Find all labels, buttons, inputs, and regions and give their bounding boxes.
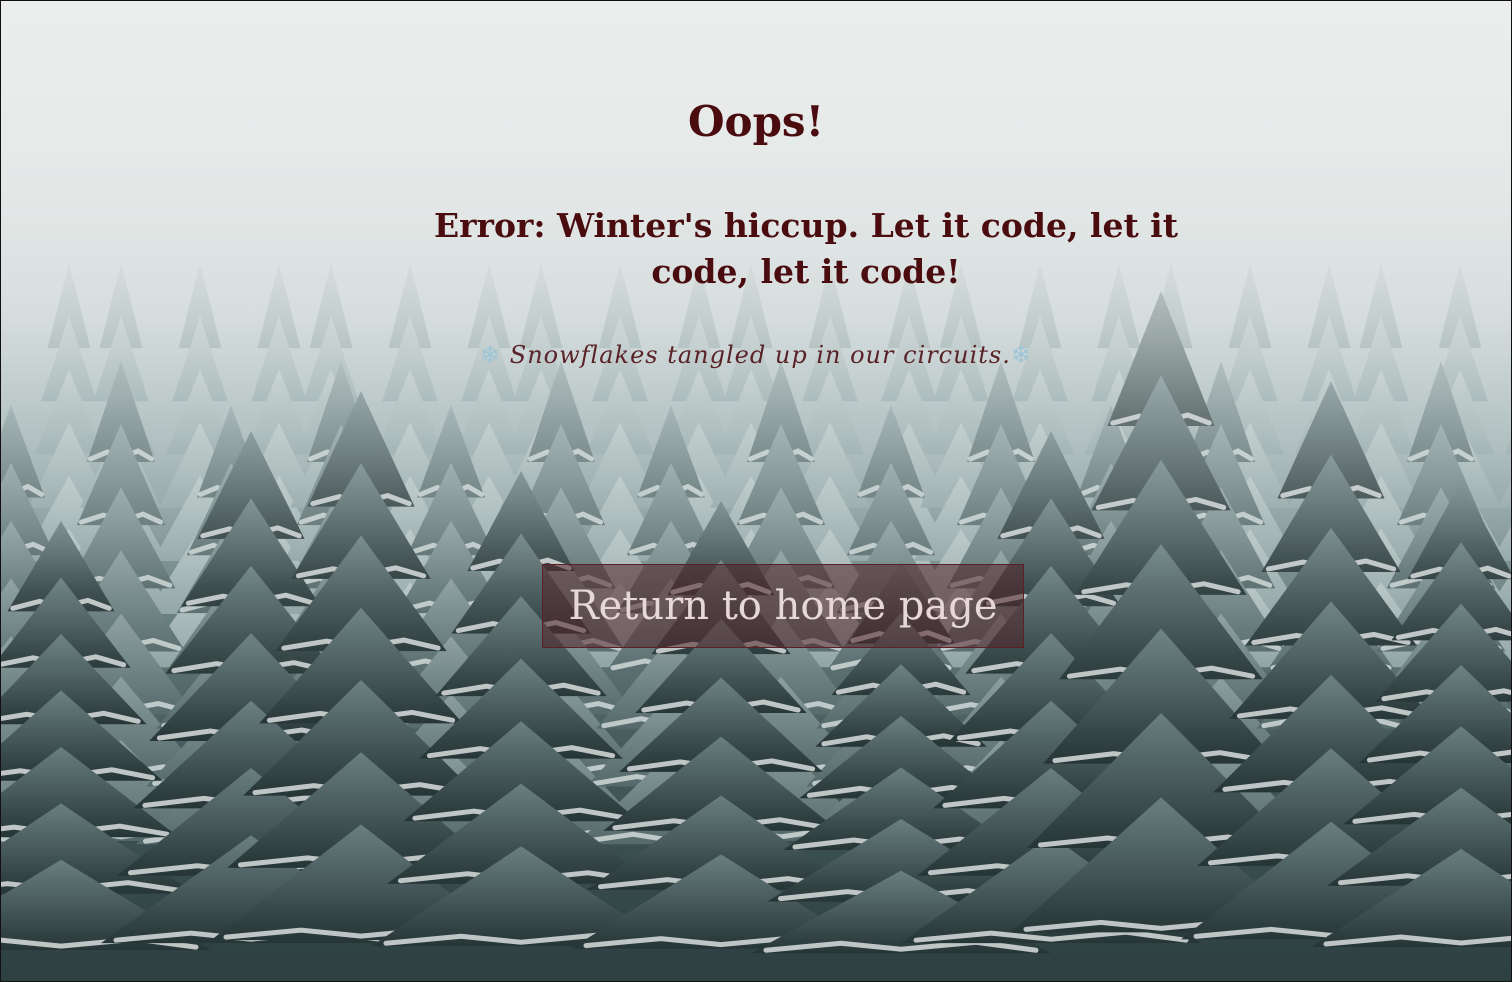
- return-home-button[interactable]: Return to home page: [542, 564, 1024, 648]
- error-content: Oops! Error: Winter's hiccup. Let it cod…: [1, 1, 1511, 981]
- error-message: Error: Winter's hiccup. Let it code, let…: [434, 206, 1178, 291]
- page-title: Oops!: [687, 97, 825, 146]
- tagline-text: Snowflakes tangled up in our circuits.: [509, 341, 1011, 369]
- snowflake-icon: ❄: [1010, 341, 1032, 369]
- tagline: ❄ Snowflakes tangled up in our circuits.…: [1, 341, 1511, 369]
- snowflake-icon: ❄: [480, 341, 502, 369]
- page-frame: Oops! Error: Winter's hiccup. Let it cod…: [0, 0, 1512, 982]
